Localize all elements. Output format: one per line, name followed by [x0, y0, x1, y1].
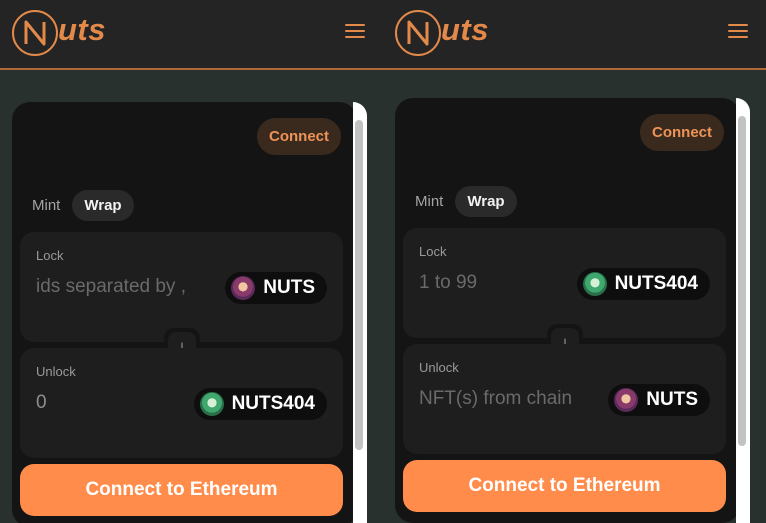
hamburger-menu-icon[interactable] [345, 24, 365, 42]
unlock-value: 0 [36, 392, 47, 413]
unlock-label: Unlock [419, 360, 459, 375]
tab-mint[interactable]: Mint [415, 186, 455, 217]
app-header: uts [383, 0, 766, 70]
lock-label: Lock [36, 248, 64, 263]
lock-input[interactable]: ids separated by , [36, 276, 186, 298]
nuts-logo-icon[interactable] [12, 10, 58, 56]
connect-to-ethereum-button[interactable]: Connect to Ethereum [403, 460, 726, 512]
lock-label: Lock [419, 244, 447, 259]
scrollbar-thumb[interactable] [355, 120, 363, 450]
hamburger-menu-icon[interactable] [728, 24, 748, 42]
tab-wrap[interactable]: Wrap [455, 185, 517, 217]
unlock-label: Unlock [36, 364, 76, 379]
connect-button[interactable]: Connect [640, 114, 724, 151]
unlock-panel: Unlock NFT(s) from chain NUTS [403, 344, 726, 454]
unlock-value: NFT(s) from chain [419, 388, 573, 409]
unlock-token-selector[interactable]: NUTS [608, 384, 710, 416]
app-header: uts [0, 0, 383, 70]
lock-token-name: NUTS404 [614, 273, 698, 294]
swap-card: Connect Mint Wrap Lock ids separated by … [12, 102, 357, 523]
lock-token-selector[interactable]: NUTS404 [576, 268, 710, 300]
nuts-token-icon [231, 276, 256, 300]
unlock-token-name: NUTS404 [231, 393, 315, 414]
right-pane: uts Connect Mint Wrap Lock 1 to 99 NUTS4… [383, 0, 766, 523]
swap-card: Connect Mint Wrap Lock 1 to 99 NUTS404 ↓… [395, 98, 740, 523]
lock-token-name: NUTS [263, 277, 315, 298]
tab-mint[interactable]: Mint [32, 190, 72, 221]
lock-panel: Lock ids separated by , NUTS [20, 232, 343, 342]
connect-to-ethereum-button[interactable]: Connect to Ethereum [20, 464, 343, 516]
lock-panel: Lock 1 to 99 NUTS404 [403, 228, 726, 338]
nuts-token-icon [614, 388, 639, 412]
unlock-token-selector[interactable]: NUTS404 [193, 388, 327, 420]
unlock-token-name: NUTS [646, 389, 698, 410]
scrollbar[interactable] [736, 98, 750, 523]
scrollbar-thumb[interactable] [738, 116, 746, 446]
connect-button[interactable]: Connect [257, 118, 341, 155]
nuts404-token-icon [582, 272, 607, 296]
scrollbar[interactable] [353, 102, 367, 523]
mode-tabs: Mint Wrap [415, 184, 517, 218]
brand-name: uts [58, 12, 106, 47]
lock-input[interactable]: 1 to 99 [419, 272, 477, 294]
nuts-logo-icon[interactable] [395, 10, 441, 56]
unlock-panel: Unlock 0 NUTS404 [20, 348, 343, 458]
logo-glyph-icon [24, 20, 46, 46]
mode-tabs: Mint Wrap [32, 188, 134, 222]
brand-name: uts [441, 12, 489, 47]
logo-glyph-icon [407, 20, 429, 46]
lock-token-selector[interactable]: NUTS [225, 272, 327, 304]
tab-wrap[interactable]: Wrap [72, 189, 134, 221]
left-pane: uts Connect Mint Wrap Lock ids separated… [0, 0, 383, 523]
nuts404-token-icon [199, 392, 224, 416]
